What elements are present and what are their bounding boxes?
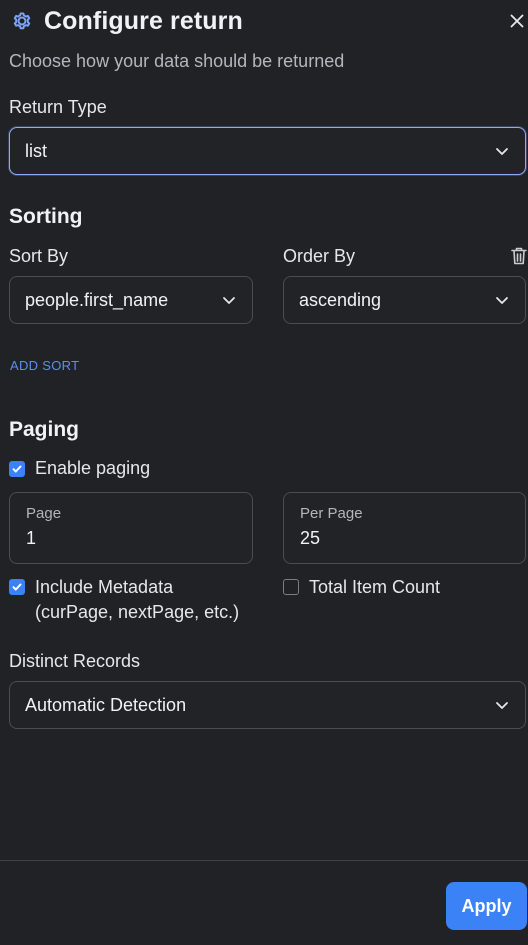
trash-icon[interactable] — [510, 246, 528, 266]
chevron-down-icon — [496, 297, 508, 304]
chevron-down-icon — [223, 297, 235, 304]
total-item-count-label: Total Item Count — [309, 577, 441, 597]
per-page-field[interactable]: Per Page 25 — [283, 492, 526, 564]
enable-paging-label: Enable paging — [35, 458, 151, 478]
per-page-field-label: Per Page — [300, 505, 363, 522]
sort-by-select[interactable]: people.first_name — [9, 276, 253, 324]
include-metadata-row[interactable]: Include Metadata (curPage, nextPage, etc… — [9, 575, 239, 625]
checkmark-icon — [12, 583, 22, 591]
dialog-subtitle: Choose how your data should be returned — [9, 51, 345, 71]
apply-button[interactable]: Apply — [446, 882, 527, 930]
include-metadata-label-line2: (curPage, nextPage, etc.) — [35, 602, 240, 622]
distinct-records-select[interactable]: Automatic Detection — [9, 681, 526, 729]
chevron-down-icon — [496, 148, 508, 155]
return-type-value: list — [25, 140, 47, 161]
close-icon[interactable] — [506, 10, 528, 32]
include-metadata-checkbox[interactable] — [9, 579, 25, 595]
order-by-value: ascending — [299, 289, 382, 310]
sort-by-label: Sort By — [9, 246, 69, 266]
dialog-header: Configure return — [9, 6, 243, 36]
sorting-section-title: Sorting — [9, 205, 83, 228]
include-metadata-label-line1: Include Metadata — [35, 577, 174, 597]
add-sort-button[interactable]: ADD SORT — [10, 358, 79, 373]
page-field-value: 1 — [26, 528, 37, 548]
total-item-count-checkbox[interactable] — [283, 579, 299, 595]
footer-divider — [0, 860, 528, 861]
page-field[interactable]: Page 1 — [9, 492, 253, 564]
paging-section-title: Paging — [9, 418, 80, 441]
order-by-select[interactable]: ascending — [283, 276, 526, 324]
distinct-records-label: Distinct Records — [9, 651, 141, 671]
chevron-down-icon — [496, 702, 508, 709]
enable-paging-checkbox[interactable] — [9, 460, 25, 477]
checkmark-icon — [12, 465, 22, 472]
total-item-count-row[interactable]: Total Item Count — [283, 575, 440, 600]
per-page-field-value: 25 — [300, 528, 321, 548]
sort-by-value: people.first_name — [25, 289, 169, 310]
order-by-label: Order By — [283, 246, 356, 266]
gear-icon — [13, 12, 31, 30]
include-metadata-label: Include Metadata (curPage, nextPage, etc… — [35, 575, 239, 625]
return-type-select[interactable]: list — [9, 127, 526, 175]
return-type-label: Return Type — [9, 97, 107, 117]
distinct-records-value: Automatic Detection — [25, 694, 187, 715]
page-field-label: Page — [26, 505, 62, 522]
dialog-title: Configure return — [44, 6, 243, 35]
enable-paging-row[interactable]: Enable paging — [9, 456, 150, 481]
